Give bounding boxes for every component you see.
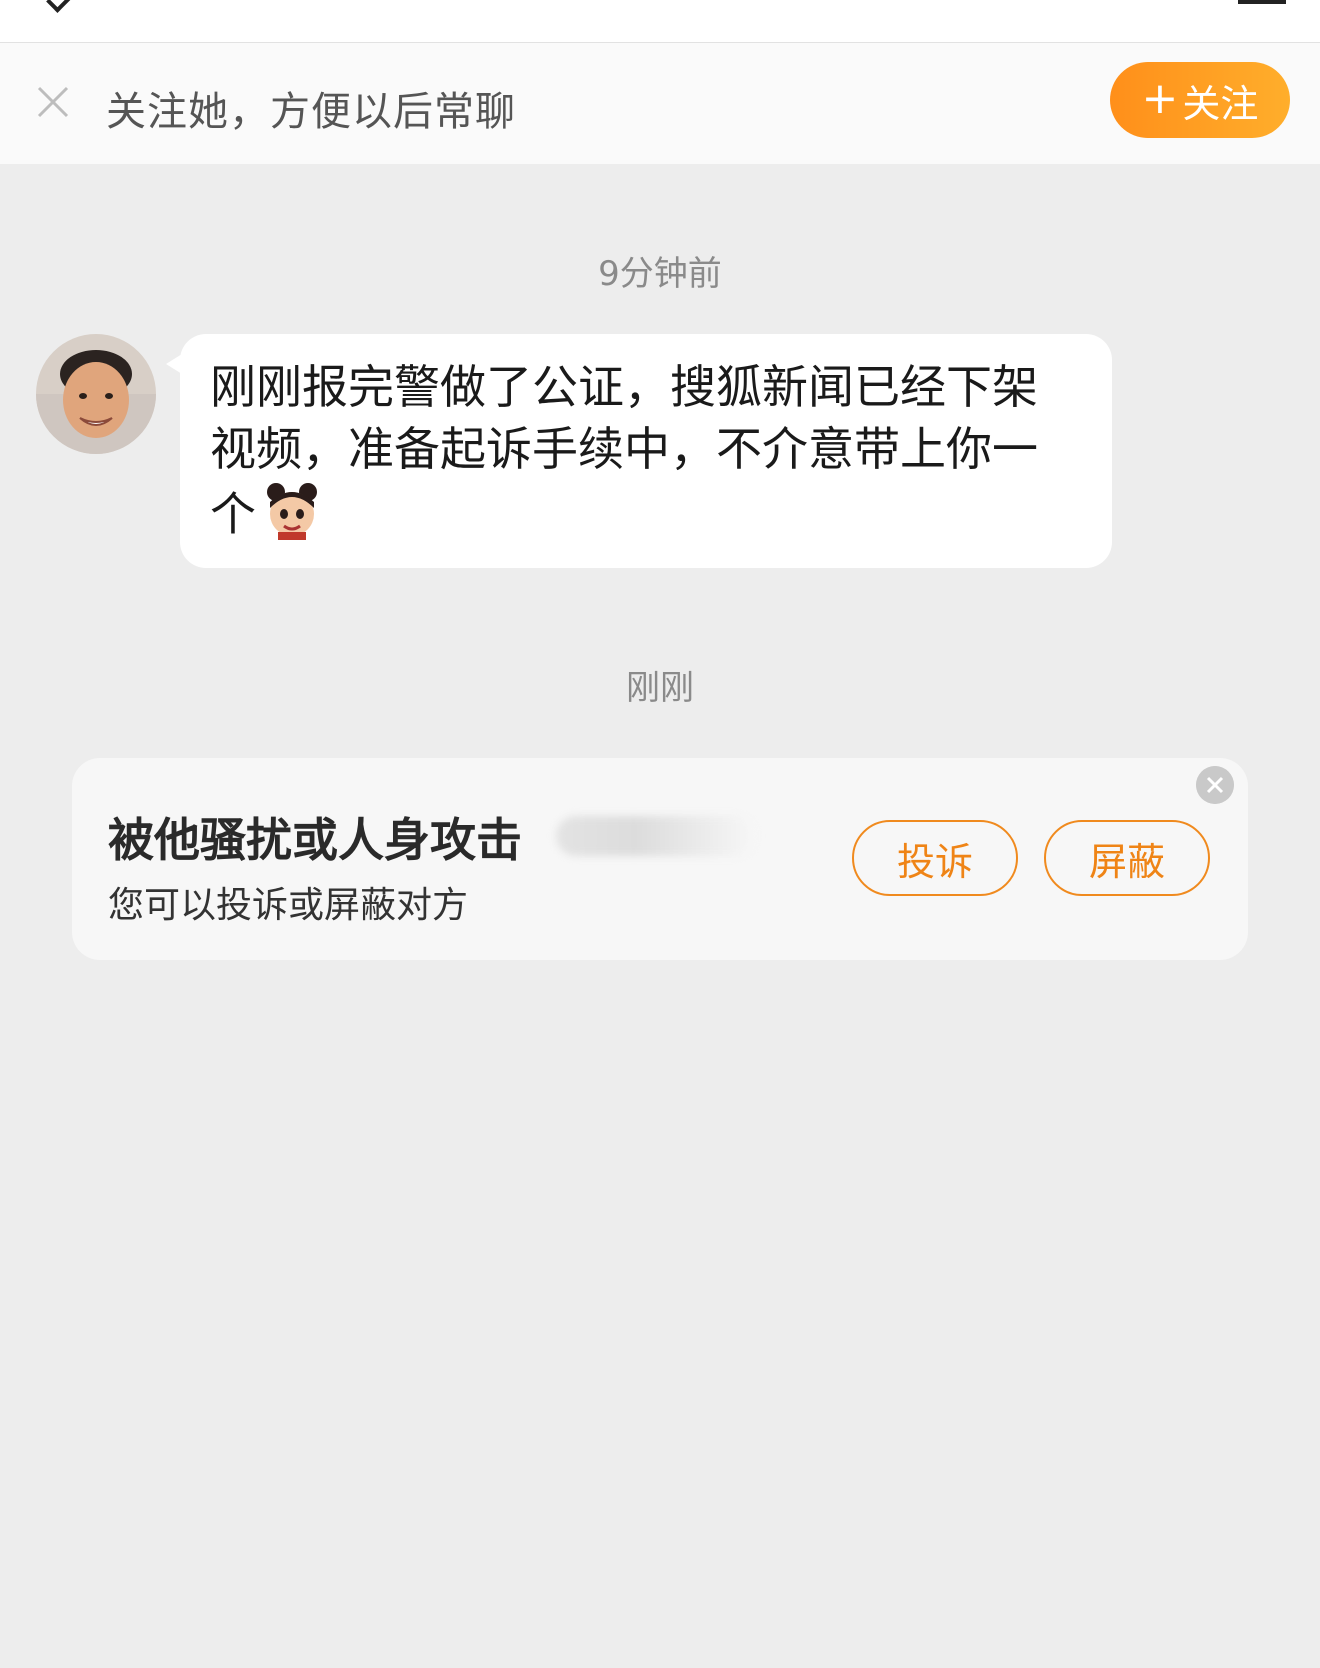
top-navigation-bar: [0, 0, 1320, 43]
cartoon-character-sticker-icon: [267, 483, 317, 540]
menu-icon[interactable]: [1238, 0, 1286, 4]
close-circle-icon[interactable]: [1196, 766, 1234, 804]
notice-subtitle: 您可以投诉或屏蔽对方: [108, 885, 469, 926]
notice-timestamp: 刚刚: [626, 668, 694, 708]
avatar[interactable]: [36, 334, 156, 454]
message-text: 刚刚报完警做了公证，搜狐新闻已经下架视频，准备起诉手续中，不介意带上你一个: [210, 360, 1038, 541]
follow-prompt-text: 关注她，方便以后常聊: [106, 89, 516, 135]
message-bubble[interactable]: 刚刚报完警做了公证，搜狐新闻已经下架视频，准备起诉手续中，不介意带上你一个: [166, 334, 1112, 568]
complain-button[interactable]: 投诉: [852, 820, 1018, 896]
message-timestamp: 9分钟前: [598, 254, 722, 294]
follow-button-label: 关注: [1182, 81, 1259, 126]
avatar-photo: [36, 334, 156, 454]
harassment-notice-card: 被他骚扰或人身攻击 您可以投诉或屏蔽对方 投诉 屏蔽: [72, 758, 1248, 960]
chevron-left-icon[interactable]: [46, 0, 76, 13]
block-button[interactable]: 屏蔽: [1044, 820, 1210, 896]
close-icon[interactable]: [36, 85, 70, 119]
blurred-content: [556, 816, 756, 856]
notice-title: 被他骚扰或人身攻击: [108, 813, 522, 867]
message-text-container: 刚刚报完警做了公证，搜狐新闻已经下架视频，准备起诉手续中，不介意带上你一个: [210, 356, 1080, 545]
follow-button[interactable]: + 关注: [1110, 62, 1290, 138]
follow-prompt-bar: 关注她，方便以后常聊 + 关注: [0, 43, 1320, 164]
plus-icon: +: [1141, 73, 1179, 124]
